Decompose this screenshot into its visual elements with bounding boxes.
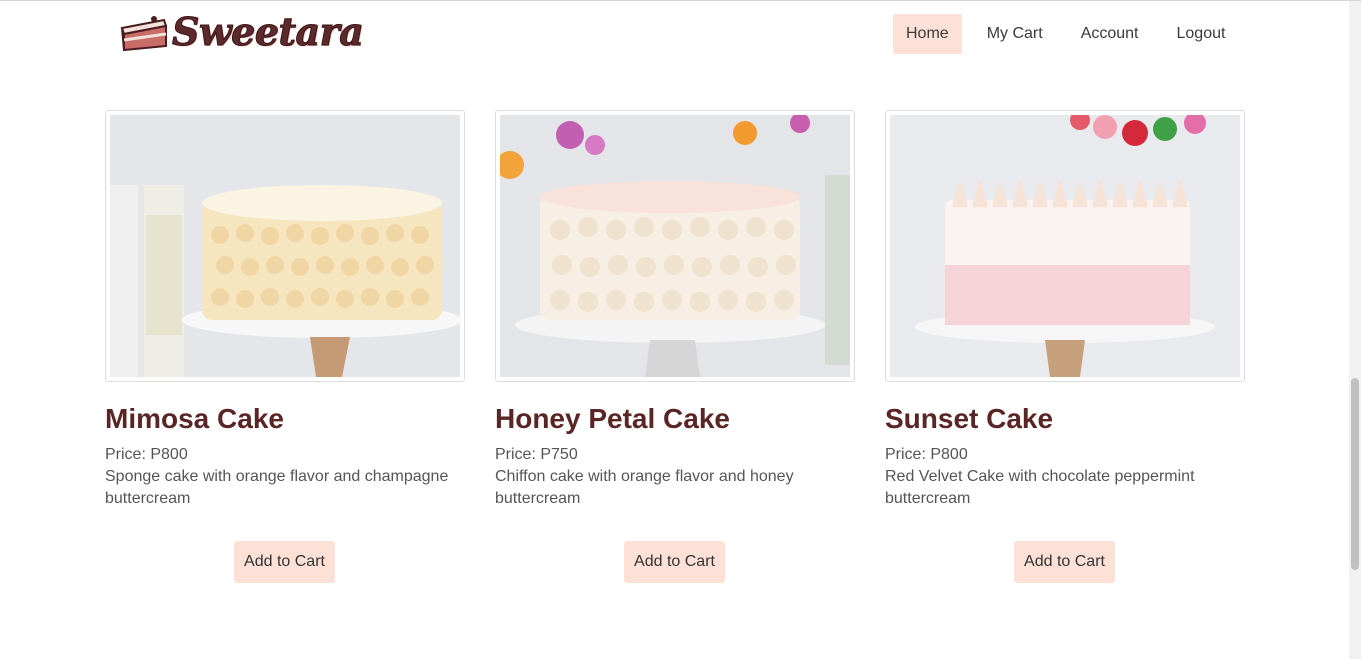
navbar: Sweetara Home My Cart Account Logout (0, 1, 1349, 67)
main-nav: Home My Cart Account Logout (893, 14, 1250, 54)
nav-home[interactable]: Home (893, 14, 962, 54)
nav-my-cart[interactable]: My Cart (974, 14, 1056, 54)
brand-logo[interactable]: Sweetara (120, 9, 364, 55)
brand-name: Sweetara (171, 9, 364, 55)
product-image (500, 115, 850, 377)
product-title: Sunset Cake (885, 403, 1054, 434)
product-image-frame (495, 110, 855, 382)
add-to-cart-button[interactable]: Add to Cart (1014, 541, 1115, 583)
nav-logout[interactable]: Logout (1164, 14, 1239, 54)
cake-slice-icon (120, 15, 168, 51)
product-image-frame (885, 110, 1245, 382)
scrollbar-thumb[interactable] (1351, 378, 1359, 570)
product-card: Honey Petal Cake Price: P750 Chiffon cak… (495, 110, 855, 583)
product-title: Mimosa Cake (105, 403, 284, 434)
product-description: Red Velvet Cake with chocolate peppermin… (885, 468, 1195, 507)
product-image (890, 115, 1240, 377)
product-price: Price: P800 (105, 446, 188, 463)
product-description: Chiffon cake with orange flavor and hone… (495, 468, 794, 507)
product-card: Mimosa Cake Price: P800 Sponge cake with… (105, 110, 465, 583)
nav-account[interactable]: Account (1068, 14, 1152, 54)
product-price: Price: P750 (495, 446, 578, 463)
add-to-cart-button[interactable]: Add to Cart (234, 541, 335, 583)
product-title: Honey Petal Cake (495, 403, 730, 434)
product-image (110, 115, 460, 377)
add-to-cart-button[interactable]: Add to Cart (624, 541, 725, 583)
product-card: Sunset Cake Price: P800 Red Velvet Cake … (885, 110, 1245, 583)
product-image-frame (105, 110, 465, 382)
product-price: Price: P800 (885, 446, 968, 463)
vertical-scrollbar[interactable] (1349, 1, 1361, 659)
product-description: Sponge cake with orange flavor and champ… (105, 468, 449, 507)
